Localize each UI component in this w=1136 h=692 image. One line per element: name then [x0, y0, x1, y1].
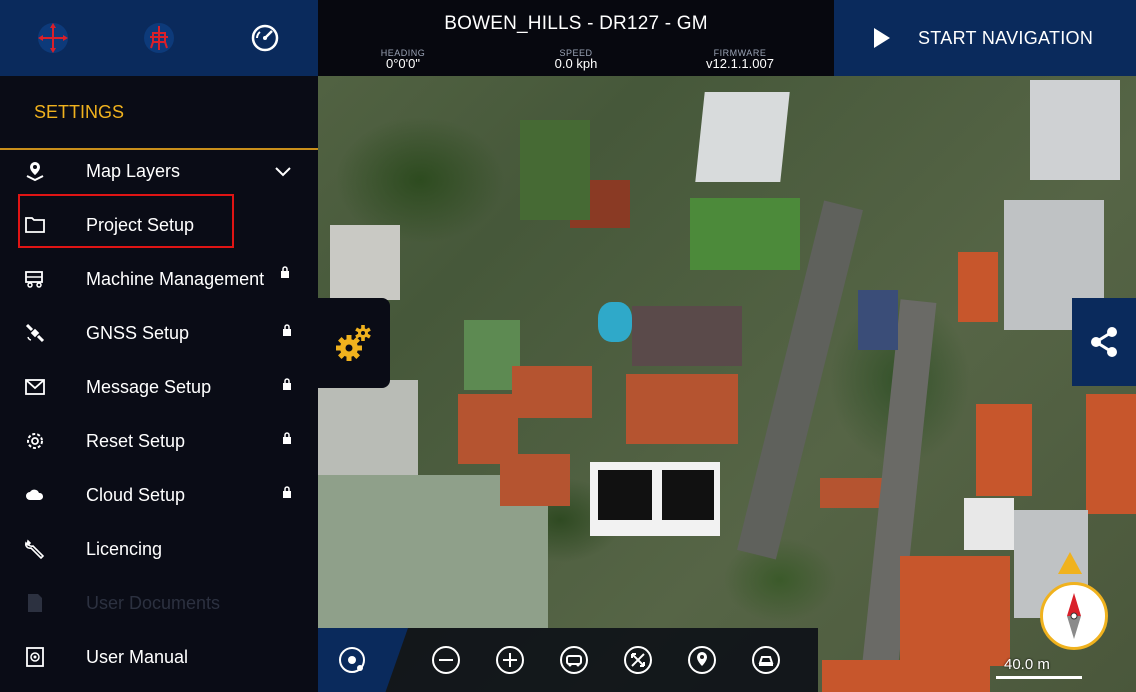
sidebar-item-label: User Manual: [86, 646, 189, 667]
sidebar-item-label: Machine Management: [86, 268, 265, 289]
heading-value: 0°0'0": [386, 56, 420, 71]
compass-button[interactable]: [1040, 582, 1108, 650]
project-status-panel: BOWEN_HILLS - DR127 - GM HEADING 0°0'0" …: [318, 0, 834, 76]
speed-readout: SPEED 0.0 kph: [516, 48, 636, 71]
manual-icon: [22, 644, 48, 670]
sidebar-item-label: Licencing: [86, 538, 163, 559]
chevron-down-icon[interactable]: [272, 160, 294, 182]
share-icon: [1091, 327, 1117, 357]
project-title: BOWEN_HILLS - DR127 - GM: [444, 13, 708, 34]
heading-readout: HEADING 0°0'0": [343, 48, 463, 71]
settings-header: SETTINGS: [0, 76, 318, 150]
settings-gear-button[interactable]: [318, 298, 390, 388]
sidebar-item-label: GNSS Setup: [86, 322, 190, 343]
envelope-icon: [22, 374, 48, 400]
play-icon: [874, 28, 890, 48]
cloud-icon: [22, 482, 48, 508]
gauge-icon: [251, 24, 279, 52]
speed-value: 0.0 kph: [554, 56, 598, 71]
start-navigation-label: START NAVIGATION: [918, 27, 1094, 48]
firmware-value: v12.1.1.007: [706, 56, 774, 71]
sidebar-item-reset-setup[interactable]: Reset Setup: [0, 414, 318, 468]
locate-button[interactable]: [318, 628, 408, 692]
north-arrow-icon: [1058, 552, 1082, 574]
map-pin-layers-icon: [22, 158, 48, 184]
locate-icon: [339, 647, 365, 673]
sidebar-item-label: User Documents: [86, 592, 221, 613]
settings-sidebar: SETTINGS Map Layers Project Setup Machin…: [0, 76, 318, 692]
vehicle-icon[interactable]: [750, 644, 782, 676]
gears-icon: [336, 325, 371, 361]
sidebar-item-label: Reset Setup: [86, 430, 186, 451]
sidebar-item-cloud-setup[interactable]: Cloud Setup: [0, 468, 318, 522]
machine-position-icon: [144, 23, 174, 53]
crosshair-icon: [38, 23, 68, 53]
start-navigation-button[interactable]: START NAVIGATION: [834, 0, 1136, 76]
sidebar-item-message-setup[interactable]: Message Setup: [0, 360, 318, 414]
truck-icon: [22, 266, 48, 292]
scale-label: 40.0 m: [1004, 656, 1050, 673]
sidebar-item-gnss-setup[interactable]: GNSS Setup: [0, 306, 318, 360]
machine-view-icon[interactable]: [558, 644, 590, 676]
scale-bar: [996, 676, 1082, 679]
share-button[interactable]: [1072, 298, 1136, 386]
lock-icon: [283, 432, 291, 444]
map-scale: 40.0 m: [990, 654, 1136, 692]
compass-needle-icon: [1067, 593, 1081, 639]
sidebar-item-map-layers[interactable]: Map Layers: [0, 144, 318, 198]
map-toolbar: [318, 628, 818, 692]
lock-icon: [283, 486, 291, 498]
fit-extents-icon[interactable]: [622, 644, 654, 676]
lock-icon: [283, 324, 291, 336]
settings-title: SETTINGS: [34, 101, 125, 122]
lock-icon: [281, 266, 289, 278]
project-setup-highlight: [18, 194, 234, 248]
sidebar-item-label: Cloud Setup: [86, 484, 186, 505]
satellite-icon: [22, 320, 48, 346]
gear-reset-icon: [22, 428, 48, 454]
sidebar-item-user-documents: User Documents: [0, 576, 318, 630]
firmware-readout: FIRMWARE v12.1.1.007: [680, 48, 800, 71]
document-icon: [22, 590, 48, 616]
wrench-icon: [22, 536, 48, 562]
top-left-toolbar: [0, 0, 318, 76]
machine-position-button[interactable]: [137, 16, 181, 60]
location-target-icon[interactable]: [686, 644, 718, 676]
sidebar-item-machine-management[interactable]: Machine Management: [0, 252, 318, 306]
zoom-out-icon[interactable]: [430, 644, 462, 676]
zoom-in-icon[interactable]: [494, 644, 526, 676]
sidebar-item-user-manual[interactable]: User Manual: [0, 630, 318, 684]
sidebar-item-label: Map Layers: [86, 160, 181, 181]
crosshair-button[interactable]: [31, 16, 75, 60]
gauge-button[interactable]: [243, 16, 287, 60]
sidebar-item-label: Message Setup: [86, 376, 212, 397]
lock-icon: [283, 378, 291, 390]
sidebar-item-licencing[interactable]: Licencing: [0, 522, 318, 576]
